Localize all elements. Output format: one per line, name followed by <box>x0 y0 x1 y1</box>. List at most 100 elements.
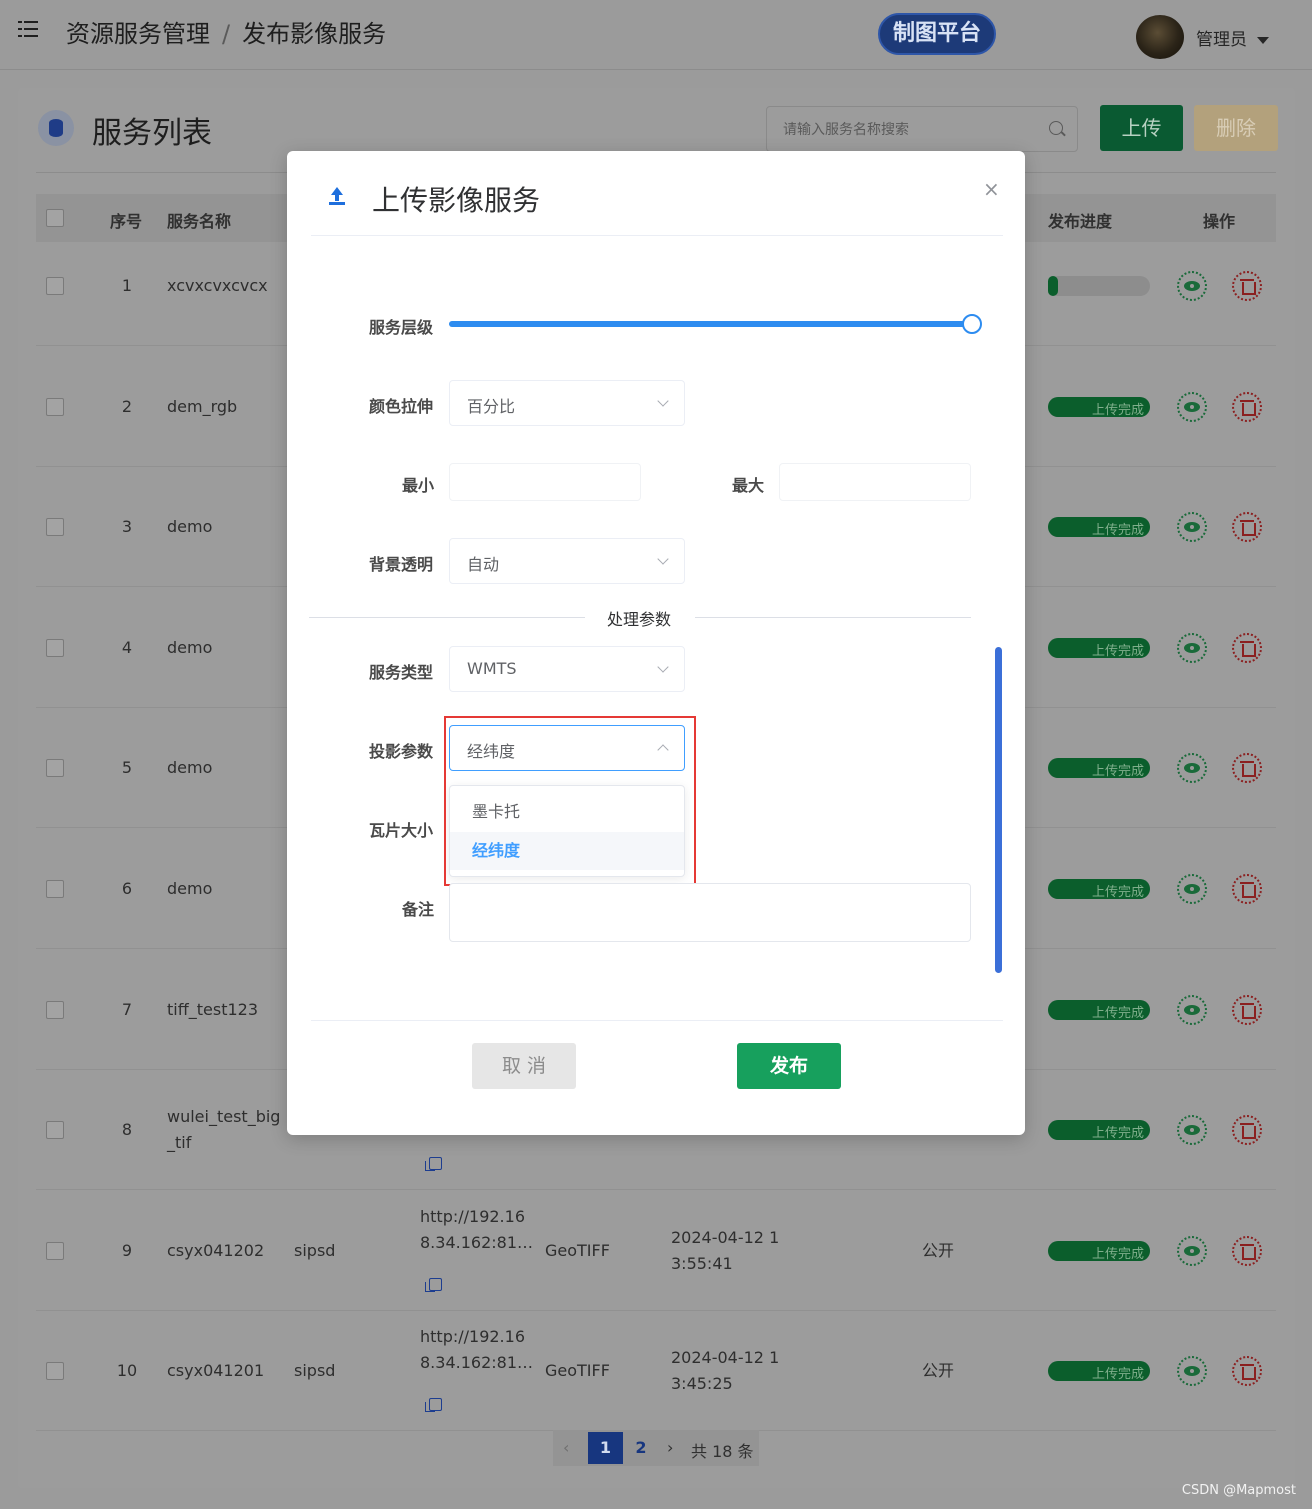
eye-icon[interactable] <box>1177 995 1207 1025</box>
row-publish-time: 2024-04-12 1 3:45:25 <box>671 1348 780 1393</box>
eye-icon[interactable] <box>1177 753 1207 783</box>
pagination-next[interactable]: › <box>667 1438 673 1457</box>
row-index: 8 <box>121 1120 133 1139</box>
row-checkbox[interactable] <box>46 639 64 657</box>
min-input[interactable] <box>449 463 641 501</box>
chevron-down-icon <box>657 661 669 673</box>
close-icon[interactable]: × <box>983 179 1000 199</box>
user-name[interactable]: 管理员 <box>1196 25 1247 50</box>
row-owner: sipsd <box>294 1361 336 1380</box>
row-publish-time: 2024-04-12 1 3:55:41 <box>671 1228 780 1273</box>
note-textarea[interactable] <box>449 883 971 942</box>
upload-button[interactable]: 上传 <box>1100 105 1183 151</box>
service-level-slider-handle[interactable] <box>962 314 982 334</box>
pagination-page-2[interactable]: 2 <box>631 1432 651 1464</box>
row-index: 3 <box>121 517 133 536</box>
row-progress-status: 上传完成 <box>1091 523 1144 538</box>
copy-icon[interactable] <box>425 1157 442 1171</box>
search-box[interactable] <box>766 106 1078 152</box>
row-checkbox[interactable] <box>46 759 64 777</box>
row-index: 7 <box>121 1000 133 1019</box>
row-index: 5 <box>121 758 133 777</box>
color-stretch-value: 百分比 <box>467 397 516 416</box>
menu-fold-icon[interactable] <box>18 18 40 40</box>
service-type-label: 服务类型 <box>369 663 434 682</box>
delete-button[interactable]: 删除 <box>1194 105 1278 151</box>
row-checkbox[interactable] <box>46 1242 64 1260</box>
section-title: 处理参数 <box>607 610 672 629</box>
page-title: 服务列表 <box>92 116 212 151</box>
caret-down-icon[interactable] <box>1257 37 1269 44</box>
row-progress-bar: 上传完成 <box>1048 638 1150 659</box>
row-checkbox[interactable] <box>46 518 64 536</box>
row-progress-status: 上传完成 <box>1091 764 1144 779</box>
trash-icon[interactable] <box>1232 633 1262 663</box>
eye-icon[interactable] <box>1177 1236 1207 1266</box>
dialog-scrollbar[interactable] <box>995 647 1002 973</box>
search-icon[interactable] <box>1049 121 1063 135</box>
service-level-slider[interactable] <box>449 321 971 327</box>
min-label: 最小 <box>402 476 435 495</box>
row-index: 9 <box>121 1241 133 1260</box>
row-progress-status: 上传完成 <box>1091 644 1144 659</box>
row-checkbox[interactable] <box>46 1001 64 1019</box>
mapping-platform-button[interactable]: 制图平台 <box>878 13 996 55</box>
background-transparent-select[interactable]: 自动 <box>449 538 685 584</box>
trash-icon[interactable] <box>1232 512 1262 542</box>
eye-icon[interactable] <box>1177 633 1207 663</box>
copy-icon[interactable] <box>425 1278 442 1292</box>
row-index: 6 <box>121 879 133 898</box>
dialog-title: 上传影像服务 <box>372 184 541 217</box>
trash-icon[interactable] <box>1232 753 1262 783</box>
avatar[interactable] <box>1136 15 1184 59</box>
row-progress-bar: 上传完成 <box>1048 879 1150 900</box>
trash-icon[interactable] <box>1232 271 1262 301</box>
eye-icon[interactable] <box>1177 1115 1207 1145</box>
row-progress-fill <box>1048 276 1058 296</box>
row-progress-bar: 上传完成 <box>1048 517 1150 538</box>
color-stretch-select[interactable]: 百分比 <box>449 380 685 426</box>
row-service-name: csyx041201 <box>167 1361 265 1380</box>
note-label: 备注 <box>402 900 435 919</box>
pagination-prev[interactable]: ‹ <box>563 1438 569 1457</box>
top-header: 资源服务管理 / 发布影像服务 制图平台 管理员 <box>0 0 1312 70</box>
row-checkbox[interactable] <box>46 1121 64 1139</box>
publish-button[interactable]: 发布 <box>737 1043 841 1089</box>
search-input[interactable] <box>783 119 1043 141</box>
eye-icon[interactable] <box>1177 512 1207 542</box>
trash-icon[interactable] <box>1232 874 1262 904</box>
service-type-select[interactable]: WMTS <box>449 646 685 692</box>
eye-icon[interactable] <box>1177 874 1207 904</box>
eye-icon[interactable] <box>1177 1356 1207 1386</box>
row-visibility: 公开 <box>922 1361 955 1380</box>
breadcrumb-item-resource-management[interactable]: 资源服务管理 <box>66 20 210 48</box>
upload-image-service-dialog: 上传影像服务 × 服务层级 颜色拉伸 百分比 最小 最大 背景透明 自动 处理参… <box>287 151 1025 1135</box>
pagination-total: 共 18 条 <box>691 1442 754 1461</box>
row-progress-status: 上传完成 <box>1091 885 1144 900</box>
trash-icon[interactable] <box>1232 1236 1262 1266</box>
copy-icon[interactable] <box>425 1398 442 1412</box>
trash-icon[interactable] <box>1232 392 1262 422</box>
dialog-header-divider <box>311 235 1003 236</box>
row-service-name: csyx041202 <box>167 1241 265 1260</box>
row-index: 4 <box>121 638 133 657</box>
row-owner: sipsd <box>294 1241 336 1260</box>
pagination-page-1[interactable]: 1 <box>588 1432 623 1464</box>
max-input[interactable] <box>779 463 971 501</box>
row-service-name: demo <box>167 638 213 657</box>
background-transparent-value: 自动 <box>467 555 500 574</box>
trash-icon[interactable] <box>1232 1356 1262 1386</box>
row-service-name: demo <box>167 517 213 536</box>
row-checkbox[interactable] <box>46 1362 64 1380</box>
row-checkbox[interactable] <box>46 880 64 898</box>
row-checkbox[interactable] <box>46 398 64 416</box>
row-progress-bar <box>1048 276 1150 296</box>
eye-icon[interactable] <box>1177 271 1207 301</box>
eye-icon[interactable] <box>1177 392 1207 422</box>
row-progress-bar: 上传完成 <box>1048 1241 1150 1262</box>
trash-icon[interactable] <box>1232 995 1262 1025</box>
trash-icon[interactable] <box>1232 1115 1262 1145</box>
select-all-checkbox[interactable] <box>46 209 64 227</box>
cancel-button[interactable]: 取 消 <box>472 1043 576 1089</box>
row-checkbox[interactable] <box>46 277 64 295</box>
